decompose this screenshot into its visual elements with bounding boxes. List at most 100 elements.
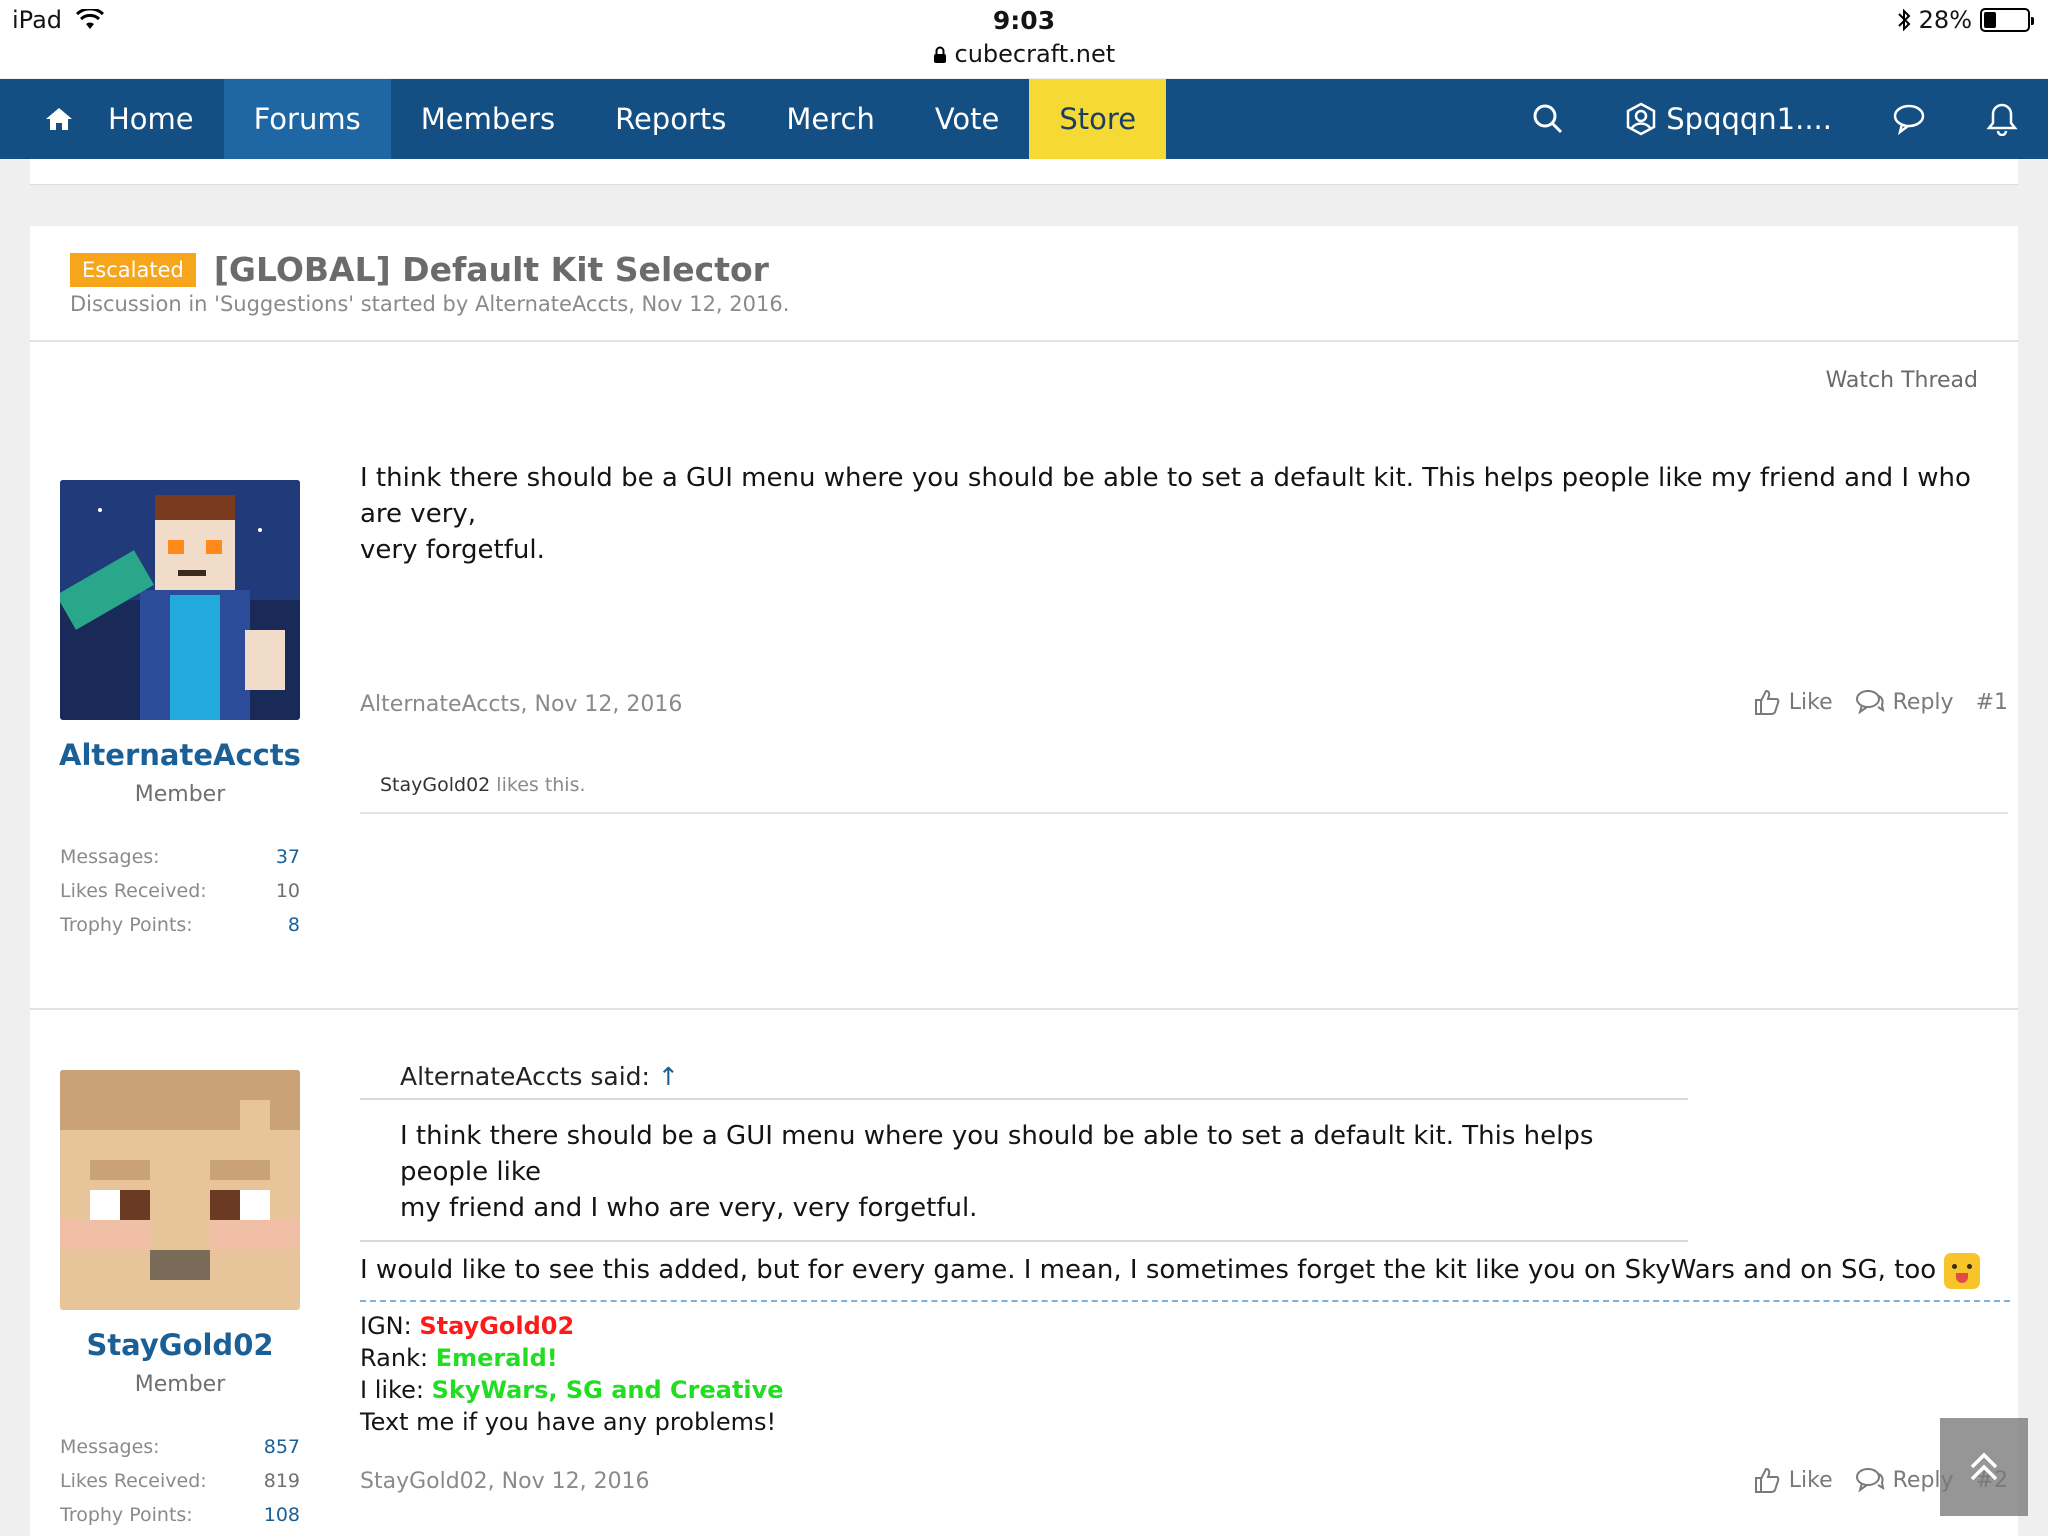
stat-likes: Likes Received: 819 bbox=[60, 1470, 300, 1492]
post-meta[interactable]: StayGold02, Nov 12, 2016 bbox=[360, 1469, 650, 1494]
post-text-line: very forgetful. bbox=[360, 535, 545, 565]
nav-merch[interactable]: Merch bbox=[756, 79, 904, 159]
like-label: Like bbox=[1788, 1467, 1833, 1493]
post-author[interactable]: AlternateAccts bbox=[30, 738, 330, 772]
sig-label: I like: bbox=[360, 1376, 432, 1404]
nav-vote[interactable]: Vote bbox=[905, 79, 1030, 159]
post-body: I would like to see this added, but for … bbox=[360, 1252, 1981, 1289]
post-divider bbox=[30, 1008, 2018, 1010]
quote-jump-link[interactable]: ↑ bbox=[658, 1062, 679, 1091]
like-label: Like bbox=[1788, 689, 1833, 715]
stat-value[interactable]: 37 bbox=[276, 846, 300, 868]
stat-trophy: Trophy Points: 8 bbox=[60, 914, 300, 936]
bluetooth-icon bbox=[1897, 8, 1911, 32]
stat-label: Likes Received: bbox=[60, 1470, 207, 1492]
post-text-line: I think there should be a GUI menu where… bbox=[360, 463, 1971, 529]
quote-header: AlternateAccts said: ↑ bbox=[360, 1056, 1688, 1100]
likes-text: likes this. bbox=[490, 774, 586, 796]
user-avatar-icon bbox=[1627, 102, 1656, 136]
reply-bubble-icon bbox=[1855, 1468, 1885, 1493]
stat-messages: Messages: 857 bbox=[60, 1436, 300, 1458]
reply-button[interactable]: Reply bbox=[1855, 688, 1954, 716]
breadcrumb-strip bbox=[30, 159, 2018, 185]
thread-subtitle: Discussion in 'Suggestions' started by A… bbox=[70, 292, 790, 316]
avatar-image-alternateaccts bbox=[60, 480, 300, 720]
thread-title-row: Escalated [GLOBAL] Default Kit Selector bbox=[70, 250, 769, 289]
stat-value[interactable]: 108 bbox=[264, 1504, 300, 1526]
url-bar[interactable]: cubecraft.net bbox=[0, 40, 2048, 68]
alerts-button[interactable] bbox=[1956, 79, 2048, 159]
stat-value: 819 bbox=[263, 1470, 300, 1492]
reply-bubble-icon bbox=[1855, 690, 1885, 715]
battery-icon bbox=[1980, 8, 2034, 32]
nav-store[interactable]: Store bbox=[1029, 79, 1167, 159]
conversations-button[interactable] bbox=[1862, 79, 1956, 159]
thread-card: Escalated [GLOBAL] Default Kit Selector … bbox=[30, 226, 2018, 1536]
liker-link[interactable]: StayGold02 bbox=[380, 774, 490, 796]
quote-block: AlternateAccts said: ↑ I think there sho… bbox=[360, 1056, 1688, 1242]
search-button[interactable] bbox=[1502, 79, 1594, 159]
like-button[interactable]: Like bbox=[1753, 1466, 1833, 1494]
stat-label: Trophy Points: bbox=[60, 1504, 193, 1526]
stat-trophy: Trophy Points: 108 bbox=[60, 1504, 300, 1526]
user-menu[interactable]: Spqqqn1.... bbox=[1594, 79, 1862, 159]
nav-home[interactable]: Home bbox=[0, 79, 224, 159]
post-author[interactable]: StayGold02 bbox=[30, 1328, 330, 1362]
home-icon bbox=[46, 108, 72, 130]
main-nav: Home Forums Members Reports Merch Vote S… bbox=[0, 79, 2048, 159]
stat-label: Messages: bbox=[60, 1436, 160, 1458]
post-actions: Like Reply #1 bbox=[1753, 688, 2008, 716]
tongue-emoji-icon bbox=[1944, 1252, 1981, 1289]
post-number[interactable]: #1 bbox=[1976, 690, 2008, 715]
quote-body: I think there should be a GUI menu where… bbox=[360, 1100, 1688, 1242]
thumbs-up-icon bbox=[1754, 689, 1780, 715]
reply-button[interactable]: Reply bbox=[1855, 1466, 1954, 1494]
battery-percent: 28% bbox=[1918, 6, 1972, 34]
avatar[interactable] bbox=[60, 1070, 300, 1310]
post-text: I would like to see this added, but for … bbox=[360, 1255, 1945, 1285]
post-meta[interactable]: AlternateAccts, Nov 12, 2016 bbox=[360, 692, 682, 717]
likes-summary: StayGold02 likes this. bbox=[360, 756, 2008, 814]
post-body: I think there should be a GUI menu where… bbox=[360, 460, 2018, 568]
scroll-to-top-button[interactable] bbox=[1940, 1418, 2028, 1516]
stat-label: Trophy Points: bbox=[60, 914, 193, 936]
nav-reports[interactable]: Reports bbox=[585, 79, 756, 159]
stat-value[interactable]: 857 bbox=[264, 1436, 300, 1458]
search-icon bbox=[1533, 104, 1563, 134]
signature-ign: IGN: StayGold02 bbox=[360, 1310, 784, 1342]
nav-members[interactable]: Members bbox=[391, 79, 585, 159]
clock: 9:03 bbox=[992, 6, 1056, 35]
sig-like-value: SkyWars, SG and Creative bbox=[431, 1376, 784, 1404]
watch-thread-link[interactable]: Watch Thread bbox=[1826, 368, 1978, 393]
reply-label: Reply bbox=[1892, 689, 1954, 715]
sig-ign-value: StayGold02 bbox=[419, 1312, 575, 1340]
status-right: 28% bbox=[1897, 6, 2034, 34]
sig-label: IGN: bbox=[360, 1312, 420, 1340]
nav-home-label: Home bbox=[108, 102, 194, 136]
stat-likes: Likes Received: 10 bbox=[60, 880, 300, 902]
avatar[interactable] bbox=[60, 480, 300, 720]
quote-author: AlternateAccts said: bbox=[400, 1062, 650, 1091]
page-title: [GLOBAL] Default Kit Selector bbox=[213, 250, 769, 289]
username: Spqqqn1.... bbox=[1666, 102, 1832, 136]
stat-value[interactable]: 8 bbox=[288, 914, 300, 936]
stat-messages: Messages: 37 bbox=[60, 846, 300, 868]
nav-forums[interactable]: Forums bbox=[223, 79, 391, 159]
chat-bubble-icon bbox=[1893, 104, 1925, 135]
like-button[interactable]: Like bbox=[1753, 688, 1833, 716]
stat-value: 10 bbox=[275, 880, 300, 902]
signature-divider bbox=[360, 1300, 2010, 1302]
quote-text-line: I think there should be a GUI menu where… bbox=[400, 1121, 1594, 1187]
user-title: Member bbox=[134, 1372, 226, 1397]
url-text: cubecraft.net bbox=[954, 40, 1116, 68]
quote-text-line: my friend and I who are very, very forge… bbox=[400, 1193, 978, 1223]
lock-icon bbox=[933, 46, 946, 63]
divider bbox=[30, 340, 2018, 342]
status-bar: iPad 9:03 cubecraft.net 28% bbox=[0, 0, 2048, 78]
bell-icon bbox=[1986, 103, 2018, 136]
nav-right: Spqqqn1.... bbox=[1502, 79, 2048, 159]
signature-rank: Rank: Emerald! bbox=[360, 1342, 784, 1374]
signature: IGN: StayGold02 Rank: Emerald! I like: S… bbox=[360, 1310, 784, 1438]
stat-label: Likes Received: bbox=[60, 880, 207, 902]
thumbs-up-icon bbox=[1754, 1467, 1780, 1493]
